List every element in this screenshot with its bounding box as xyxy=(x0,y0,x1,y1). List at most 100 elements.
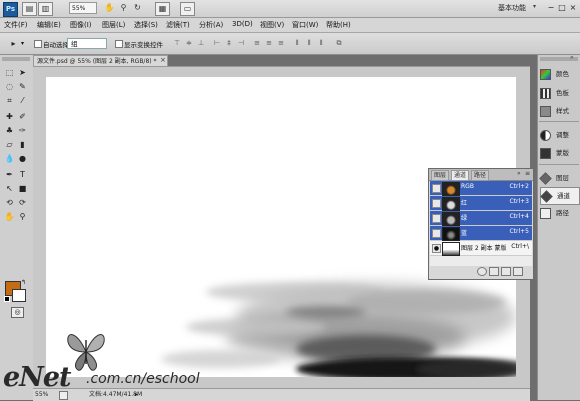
workspace-switcher[interactable]: 基本功能 xyxy=(498,3,526,13)
menu-3d[interactable]: 3D(D) xyxy=(232,20,253,28)
screen-mode-icon[interactable]: ▭ xyxy=(180,2,195,16)
close-tab-icon[interactable]: × xyxy=(160,56,166,64)
clone-stamp-tool-icon[interactable]: ♣ xyxy=(4,125,15,136)
dock-masks[interactable]: 蒙版 xyxy=(540,145,578,161)
pen-tool-icon[interactable]: ✒ xyxy=(4,169,15,180)
swap-colors-icon[interactable]: ↰ xyxy=(21,279,26,286)
crop-tool-icon[interactable]: ⌗ xyxy=(4,95,15,106)
mini-bridge-icon[interactable]: ▥ xyxy=(38,2,53,16)
background-color-swatch[interactable] xyxy=(12,289,26,302)
dock-styles[interactable]: 样式 xyxy=(540,103,578,119)
auto-align-icon[interactable]: ⧉ xyxy=(334,39,344,48)
visibility-eye-icon[interactable] xyxy=(432,199,441,208)
brush-tool-icon[interactable]: ✐ xyxy=(17,111,28,122)
visibility-eye-icon[interactable] xyxy=(432,229,441,238)
dock-layers[interactable]: 图层 xyxy=(539,170,578,186)
distribute-hcenter-icon[interactable]: ⦀ xyxy=(304,39,314,48)
auto-select-dropdown[interactable]: 组 xyxy=(67,38,107,49)
channel-row-red[interactable]: 红 Ctrl+3 xyxy=(430,196,532,211)
chevron-down-icon[interactable]: ▾ xyxy=(533,3,536,10)
menu-analysis[interactable]: 分析(A) xyxy=(199,20,223,30)
new-channel-icon[interactable] xyxy=(501,267,511,276)
save-selection-icon[interactable] xyxy=(489,267,499,276)
default-colors-icon[interactable] xyxy=(4,296,10,302)
3d-rotate-tool-icon[interactable]: ⟲ xyxy=(4,197,15,208)
tab-layers[interactable]: 图层 xyxy=(431,170,450,181)
channel-row-blue[interactable]: 蓝 Ctrl+5 xyxy=(430,226,532,241)
dodge-tool-icon[interactable]: ● xyxy=(17,153,28,164)
channel-row-mask[interactable]: ● 图层 2 副本 蒙版 Ctrl+\ xyxy=(430,241,532,256)
collapse-icon[interactable]: » xyxy=(570,54,574,61)
load-selection-icon[interactable] xyxy=(477,267,487,276)
dock-paths[interactable]: 路径 xyxy=(540,205,578,221)
channel-row-rgb[interactable]: RGB Ctrl+2 xyxy=(430,181,532,196)
toolbox-grip[interactable] xyxy=(2,57,30,61)
bridge-icon[interactable]: ▤ xyxy=(22,2,37,16)
auto-select-checkbox[interactable] xyxy=(34,40,42,48)
marquee-tool-icon[interactable]: ⬚ xyxy=(4,67,15,78)
gradient-tool-icon[interactable]: ▮ xyxy=(17,139,28,150)
zoom-tool-icon[interactable]: ⚲ xyxy=(17,211,28,222)
menu-select[interactable]: 选择(S) xyxy=(134,20,158,30)
move-tool-icon[interactable]: ➤ xyxy=(17,67,28,78)
menu-image[interactable]: 图像(I) xyxy=(70,20,92,30)
move-tool-preset-icon[interactable]: ▸ xyxy=(8,38,19,49)
menu-layer[interactable]: 图层(L) xyxy=(102,20,125,30)
menu-edit[interactable]: 编辑(E) xyxy=(37,20,61,30)
rotate-view-icon[interactable]: ↻ xyxy=(131,2,144,14)
path-selection-tool-icon[interactable]: ↖ xyxy=(4,183,15,194)
channel-row-green[interactable]: 绿 Ctrl+4 xyxy=(430,211,532,226)
distribute-top-icon[interactable]: ≡ xyxy=(252,39,262,48)
hand-icon[interactable]: ✋ xyxy=(103,2,116,14)
eraser-tool-icon[interactable]: ▱ xyxy=(4,139,15,150)
visibility-eye-icon[interactable]: ● xyxy=(432,244,441,253)
type-tool-icon[interactable]: T xyxy=(17,169,28,180)
distribute-right-icon[interactable]: ⦀ xyxy=(316,39,326,48)
close-button[interactable]: × xyxy=(568,2,578,13)
delete-channel-icon[interactable] xyxy=(513,267,523,276)
minimize-button[interactable]: − xyxy=(546,2,556,13)
align-left-icon[interactable]: ⊢ xyxy=(212,39,222,48)
align-top-icon[interactable]: ⊤ xyxy=(172,39,182,48)
dock-adjustments[interactable]: 调整 xyxy=(540,127,578,143)
menu-view[interactable]: 视图(V) xyxy=(260,20,284,30)
3d-orbit-tool-icon[interactable]: ⟳ xyxy=(17,197,28,208)
collapse-icon[interactable]: » xyxy=(517,170,521,177)
quick-mask-icon[interactable]: ◎ xyxy=(11,307,24,318)
menu-file[interactable]: 文件(F) xyxy=(4,20,28,30)
status-info-icon[interactable] xyxy=(59,391,68,400)
dock-color[interactable]: 颜色 xyxy=(540,66,578,82)
visibility-eye-icon[interactable] xyxy=(432,184,441,193)
menu-window[interactable]: 窗口(W) xyxy=(292,20,318,30)
visibility-eye-icon[interactable] xyxy=(432,214,441,223)
show-transform-checkbox[interactable] xyxy=(115,40,123,48)
menu-help[interactable]: 帮助(H) xyxy=(326,20,351,30)
dock-channels[interactable]: 通道 xyxy=(540,187,580,205)
eyedropper-tool-icon[interactable]: ⁄ xyxy=(17,95,28,106)
healing-brush-tool-icon[interactable]: ✚ xyxy=(4,111,15,122)
zoom-level-select[interactable]: 55% xyxy=(69,2,97,14)
document-tab[interactable]: 源文件.psd @ 55% (图层 2 副本, RGB/8) * xyxy=(33,55,168,66)
chevron-down-icon[interactable]: ▾ xyxy=(21,40,24,47)
status-zoom[interactable]: 55% xyxy=(35,389,48,401)
blur-tool-icon[interactable]: 💧 xyxy=(4,153,15,164)
distribute-bottom-icon[interactable]: ≡ xyxy=(276,39,286,48)
distribute-left-icon[interactable]: ⦀ xyxy=(292,39,302,48)
align-vcenter-icon[interactable]: ≑ xyxy=(184,39,194,48)
tab-channels[interactable]: 通道 xyxy=(451,170,470,181)
lasso-tool-icon[interactable]: ◌ xyxy=(4,81,15,92)
dock-swatches[interactable]: 色板 xyxy=(540,85,578,101)
hand-tool-icon[interactable]: ✋ xyxy=(4,211,15,222)
align-bottom-icon[interactable]: ⊥ xyxy=(196,39,206,48)
panel-menu-icon[interactable]: ≡ xyxy=(525,170,530,177)
tab-paths[interactable]: 路径 xyxy=(471,170,490,181)
status-menu-arrow-icon[interactable]: ▸ xyxy=(135,389,138,401)
menu-filter[interactable]: 滤镜(T) xyxy=(166,20,190,30)
align-hcenter-icon[interactable]: ‡ xyxy=(224,39,234,48)
maximize-button[interactable]: □ xyxy=(557,2,567,13)
align-right-icon[interactable]: ⊣ xyxy=(236,39,246,48)
arrange-documents-icon[interactable]: ▦ xyxy=(155,2,170,16)
history-brush-tool-icon[interactable]: ✑ xyxy=(17,125,28,136)
quick-select-tool-icon[interactable]: ✎ xyxy=(17,81,28,92)
distribute-vcenter-icon[interactable]: ≡ xyxy=(264,39,274,48)
